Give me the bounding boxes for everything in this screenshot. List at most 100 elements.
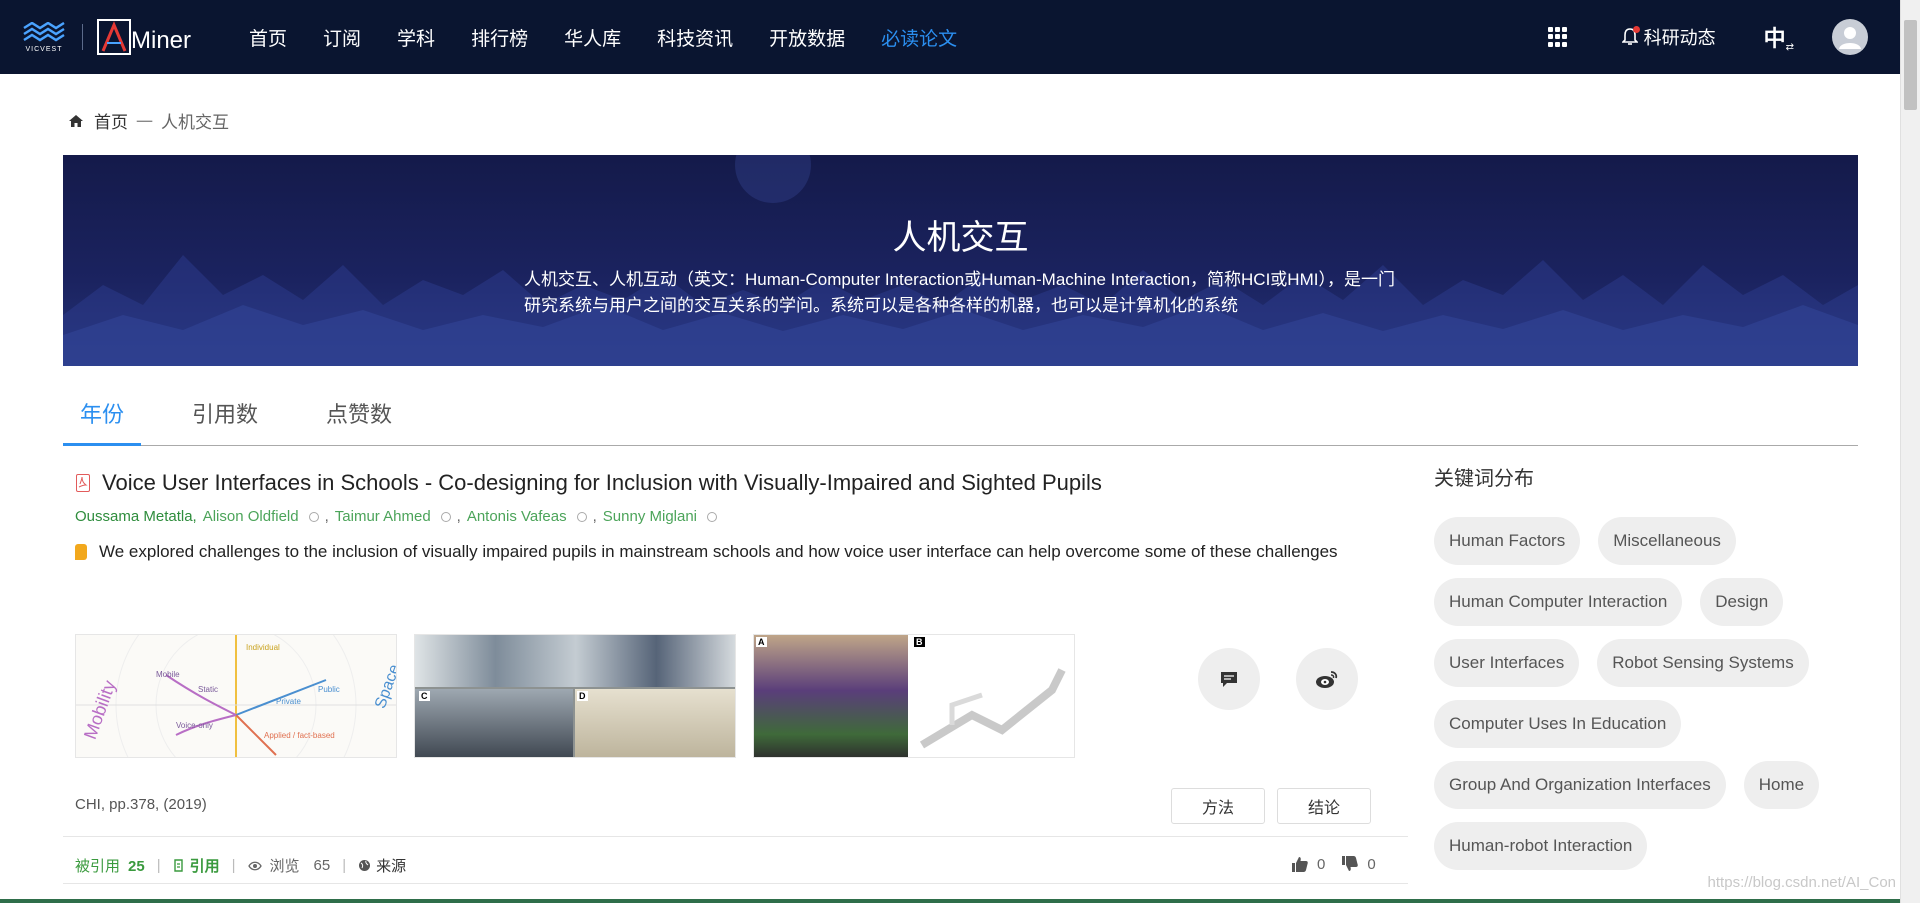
research-news-label: 科研动态 <box>1643 28 1716 48</box>
nav-must-read-papers[interactable]: 必读论文 <box>881 24 957 51</box>
bell-icon <box>1620 26 1640 46</box>
tab-citations[interactable]: 引用数 <box>175 396 275 446</box>
nav-tech-news[interactable]: 科技资讯 <box>657 24 733 51</box>
author-name[interactable]: Oussama Metatla, <box>75 508 197 525</box>
figure-photo <box>575 689 735 757</box>
figure-strip: Mobility Mobile Static Individual Public… <box>75 634 1092 758</box>
topic-banner: 人机交互 人机交互、人机互动（英文：Human-Computer Interac… <box>63 155 1858 366</box>
nav-rankings[interactable]: 排行榜 <box>471 24 528 51</box>
comment-button[interactable] <box>1198 648 1260 710</box>
divider <box>63 836 1408 837</box>
search-icon[interactable] <box>707 512 718 523</box>
logo-area[interactable]: VICVEST Miner <box>20 0 191 74</box>
thumbs-down-icon <box>1342 856 1359 871</box>
weibo-icon <box>1316 671 1338 688</box>
keyword-tag[interactable]: User Interfaces <box>1434 639 1580 687</box>
author-name[interactable]: Sunny Miglani <box>603 508 718 525</box>
author-list: Oussama Metatla, Alison Oldfield , Taimu… <box>75 508 1408 525</box>
keyword-tag[interactable]: Miscellaneous <box>1598 517 1736 565</box>
divider <box>63 883 1408 884</box>
thumbs-up-icon <box>1292 857 1308 872</box>
figure-panel-label: C <box>419 691 430 701</box>
keyword-tag[interactable]: Human-robot Interaction <box>1434 822 1648 870</box>
language-switch[interactable]: 中⇄ <box>1764 21 1794 53</box>
figure-thumbnail[interactable]: A B <box>753 634 1075 758</box>
cited-by-link[interactable]: 被引用 25 <box>75 855 145 876</box>
breadcrumb-home[interactable]: 首页 <box>94 108 128 133</box>
nav-disciplines[interactable]: 学科 <box>397 24 435 51</box>
figure-thumbnail[interactable]: Mobility Mobile Static Individual Public… <box>75 634 397 758</box>
figure-panel-label: B <box>914 637 925 647</box>
keyword-tag[interactable]: Home <box>1743 761 1820 809</box>
keyword-tag[interactable]: Design <box>1700 578 1784 626</box>
nav-subscribe[interactable]: 订阅 <box>323 24 361 51</box>
main-nav: 首页 订阅 学科 排行榜 华人库 科技资讯 开放数据 必读论文 <box>231 24 975 51</box>
nav-open-data[interactable]: 开放数据 <box>769 24 845 51</box>
figure-thumbnail[interactable]: C D <box>414 634 736 758</box>
breadcrumb-separator: 一 <box>136 113 153 132</box>
paper-abstract: We explored challenges to the inclusion … <box>75 541 1408 563</box>
dislike-button[interactable]: 0 <box>1341 855 1376 873</box>
banner-description: 人机交互、人机互动（英文：Human-Computer Interaction或… <box>524 270 1395 315</box>
home-icon <box>69 114 83 127</box>
keyword-tag[interactable]: Human Factors <box>1434 517 1581 565</box>
cite-button[interactable]: 引用 <box>173 855 220 876</box>
figure-label: Voice-only <box>176 721 213 730</box>
summary-buttons: 方法 结论 <box>1171 788 1383 824</box>
keyword-tag[interactable]: Group And Organization Interfaces <box>1434 761 1726 809</box>
vicvest-logo-text: VICVEST <box>25 45 63 53</box>
author-separator: , <box>456 508 461 525</box>
views-count: 浏览 65 <box>247 855 330 876</box>
header-actions: 科研动态 中⇄ <box>1547 0 1868 74</box>
logo-separator <box>82 24 83 50</box>
author-separator: , <box>592 508 597 525</box>
nav-chinese-talents[interactable]: 华人库 <box>564 24 621 51</box>
conclusion-button[interactable]: 结论 <box>1277 788 1371 824</box>
author-name[interactable]: Antonis Vafeas <box>467 508 587 525</box>
figure-label: Applied / fact-based <box>264 731 335 740</box>
window-bottom-edge <box>0 899 1900 903</box>
stat-divider: | <box>342 857 347 874</box>
aminer-logo-text: Miner <box>131 27 192 54</box>
paper-title-row: Voice User Interfaces in Schools - Co-de… <box>76 470 1408 496</box>
figure-label: Mobile <box>156 670 180 679</box>
breadcrumb: 首页 一 人机交互 <box>68 108 229 133</box>
figure-photo <box>754 635 908 757</box>
search-icon[interactable] <box>576 512 587 523</box>
figure-photo <box>415 689 573 757</box>
keyword-tag[interactable]: Robot Sensing Systems <box>1597 639 1809 687</box>
page-scrollbar[interactable] <box>1900 0 1920 903</box>
figure-label: Individual <box>246 643 280 652</box>
user-avatar[interactable] <box>1832 19 1868 55</box>
keyword-tag[interactable]: Computer Uses In Education <box>1434 700 1682 748</box>
nav-home[interactable]: 首页 <box>249 24 287 51</box>
comment-icon <box>1221 672 1237 687</box>
scrollbar-thumb[interactable] <box>1904 20 1917 110</box>
pdf-icon[interactable] <box>76 474 90 492</box>
source-link[interactable]: 来源 <box>358 855 406 876</box>
search-icon[interactable] <box>440 512 451 523</box>
figure-label: Private <box>276 697 301 706</box>
search-icon[interactable] <box>308 512 319 523</box>
notification-dot <box>1632 26 1640 33</box>
author-name[interactable]: Taimur Ahmed <box>335 508 451 525</box>
apps-grid-icon[interactable] <box>1547 27 1568 47</box>
banner-title: 人机交互 <box>892 219 1029 257</box>
cite-icon <box>173 859 183 872</box>
like-button[interactable]: 0 <box>1291 855 1325 873</box>
share-buttons <box>1198 648 1394 710</box>
keyword-tag[interactable]: Human Computer Interaction <box>1434 578 1683 626</box>
research-news-button[interactable]: 科研动态 <box>1620 24 1716 50</box>
method-button[interactable]: 方法 <box>1171 788 1265 824</box>
figure-panel-label: D <box>577 691 588 701</box>
tab-year[interactable]: 年份 <box>63 396 142 446</box>
tab-likes[interactable]: 点赞数 <box>309 396 409 446</box>
keyword-tag-list: Human Factors Miscellaneous Human Comput… <box>1434 517 1854 883</box>
author-name[interactable]: Alison Oldfield <box>203 508 319 525</box>
top-navbar: VICVEST Miner 首页 订阅 学科 排行榜 华人库 科技资讯 开放数据… <box>0 0 1900 74</box>
figure-panel-label: A <box>756 637 767 647</box>
paper-title[interactable]: Voice User Interfaces in Schools - Co-de… <box>102 470 1102 496</box>
language-label: 中 <box>1763 26 1786 51</box>
figure-photo <box>415 635 735 687</box>
weibo-share-button[interactable] <box>1296 648 1358 710</box>
